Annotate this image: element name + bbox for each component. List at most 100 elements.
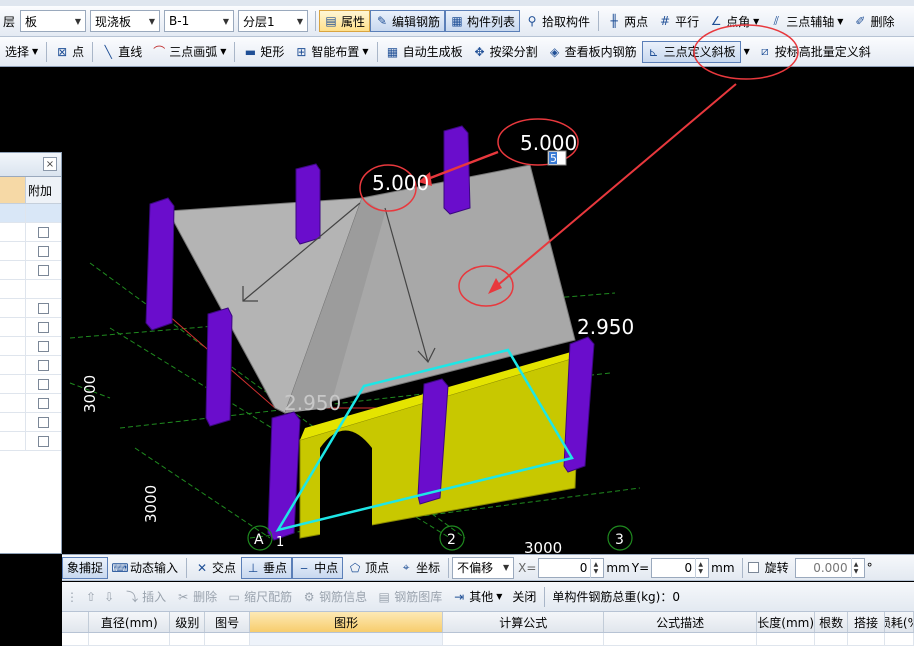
name-combo[interactable]: B-1 ▼ [164,10,234,32]
type-combo[interactable]: 现浇板 ▼ [90,10,160,32]
component-list-button[interactable]: ▦ 构件列表 [445,10,521,32]
object-snap-toggle[interactable]: 象捕捉 [62,556,109,579]
extra-checkbox[interactable] [38,359,49,371]
close-rebar-button[interactable]: 关闭 [507,586,541,608]
offset-combo[interactable]: 不偏移 ▼ [452,556,515,579]
table-cell[interactable] [815,633,849,645]
auto-slab-button[interactable]: ▦ 自动生成板 [381,41,468,63]
scale-rebar-button[interactable]: ▭ 缩尺配筋 [222,586,297,608]
arc-button[interactable]: ⌒ 三点画弧 ▼ [147,41,231,63]
close-icon[interactable]: × [43,157,57,171]
split-by-beam-button[interactable]: ✥ 按梁分割 [468,41,543,63]
column[interactable] [145,197,175,331]
table-cell[interactable] [848,633,885,645]
table-cell[interactable] [205,633,250,645]
intersection-snap-toggle[interactable]: ✕ 交点 [190,557,241,579]
3d-viewport[interactable]: 5.000 5.000 5 2.950 2.950 3000 3000 3000… [0,68,914,554]
list-item[interactable] [0,413,61,432]
list-item[interactable] [0,280,61,299]
column-header[interactable]: 损耗(% [885,612,914,632]
point-angle-axis-button[interactable]: ∠ 点角 ▼ [704,10,764,32]
three-point-slope-button[interactable]: ⊾ 三点定义斜板 [641,40,741,63]
model-canvas[interactable]: 5.000 5.000 5 2.950 2.950 3000 3000 3000… [0,68,914,554]
coordinate-snap-toggle[interactable]: ⌖ 坐标 [394,557,445,579]
rebar-library-button[interactable]: ▤ 钢筋图库 [372,586,447,608]
parallel-axis-button[interactable]: # 平行 [653,10,704,32]
extra-checkbox[interactable] [38,435,49,447]
midpoint-snap-toggle[interactable]: ‒ 中点 [292,556,344,579]
list-item[interactable] [0,223,61,242]
table-cell[interactable] [885,633,914,645]
floor-combo[interactable]: 分层1 ▼ [238,10,308,32]
list-item[interactable] [0,242,61,261]
column-header[interactable]: 级别 [170,612,206,632]
column-header[interactable]: 搭接 [848,612,885,632]
table-cell[interactable] [249,633,444,645]
column-header[interactable]: 公式描述 [604,612,758,632]
delete-row-button[interactable]: ✂ 删除 [171,586,222,608]
list-item[interactable] [0,394,61,413]
column[interactable] [295,163,321,245]
list-item[interactable] [0,318,61,337]
list-item[interactable] [0,356,61,375]
properties-button[interactable]: ▤ 属性 [319,10,371,32]
spinner-icon[interactable]: ▲ ▼ [695,557,705,578]
spinner-icon[interactable]: ▲ ▼ [590,557,600,578]
view-slab-rebar-button[interactable]: ◈ 查看板内钢筋 [543,41,642,63]
extra-checkbox[interactable] [38,397,49,409]
spinner-icon[interactable]: ▲ ▼ [850,557,861,578]
extra-checkbox[interactable] [38,245,49,257]
table-cell[interactable] [89,633,171,645]
smart-layout-button[interactable]: ⊞ 智能布置 ▼ [289,41,373,63]
extra-checkbox[interactable] [38,416,49,428]
rebar-info-button[interactable]: ⚙ 钢筋信息 [297,586,372,608]
category-combo[interactable]: 板 ▼ [20,10,86,32]
x-offset-input[interactable]: 0 ▲ ▼ [538,557,605,578]
list-item[interactable] [0,337,61,356]
extra-checkbox[interactable] [38,226,49,238]
column-header[interactable]: 直径(mm) [89,612,171,632]
column-header[interactable]: 计算公式 [443,612,605,632]
move-down-icon[interactable]: ⇩ [104,590,114,604]
extra-checkbox[interactable] [38,264,49,276]
line-button[interactable]: ╲ 直线 [96,41,147,63]
column[interactable] [205,307,233,427]
three-point-axis-button[interactable]: ⫽ 三点辅轴 ▼ [764,10,848,32]
batch-slope-button[interactable]: ⧄ 按标高批量定义斜 [753,41,876,63]
elevation-input[interactable]: 5 [550,152,557,165]
extra-checkbox[interactable] [38,302,49,314]
list-item[interactable] [0,204,61,223]
two-point-axis-button[interactable]: ╫ 两点 [602,10,653,32]
other-button[interactable]: ⇥ 其他 ▼ [447,586,507,608]
move-up-icon[interactable]: ⇧ [86,590,96,604]
rotate-input[interactable]: 0.000 ▲ ▼ [794,557,865,578]
rotate-checkbox[interactable] [747,562,759,573]
extra-checkbox[interactable] [38,340,49,352]
perpendicular-snap-toggle[interactable]: ⊥ 垂点 [241,556,293,579]
table-cell[interactable] [170,633,206,645]
dynamic-input-toggle[interactable]: ⌨ 动态输入 [108,557,183,579]
edit-rebar-button[interactable]: ✎ 编辑钢筋 [370,10,446,32]
extra-checkbox[interactable] [38,378,49,390]
list-item[interactable] [0,261,61,280]
table-row[interactable] [62,633,914,646]
table-cell[interactable] [443,633,605,645]
extra-checkbox[interactable] [38,321,49,333]
insert-button[interactable]: ⤵ 插入 [120,586,171,608]
column-header[interactable]: 图号 [205,612,250,632]
column-header[interactable]: 长度(mm) [757,612,816,632]
column-header[interactable]: 根数 [815,612,849,632]
column-header[interactable]: 图形 [249,612,444,632]
pick-component-button[interactable]: ⚲ 拾取构件 [520,10,595,32]
chevron-down-icon[interactable]: ▼ [744,47,750,56]
y-offset-input[interactable]: 0 ▲ ▼ [651,557,710,578]
delete-axis-button[interactable]: ✐ 删除 [848,10,899,32]
vertex-snap-toggle[interactable]: ⬠ 顶点 [343,557,394,579]
list-item[interactable] [0,375,61,394]
table-cell[interactable] [604,633,758,645]
select-button[interactable]: 选择 ▼ [0,41,43,63]
rect-button[interactable]: ▬ 矩形 [238,41,289,63]
list-item[interactable] [0,299,61,318]
table-cell[interactable] [757,633,816,645]
point-button[interactable]: ⊠ 点 [50,41,89,63]
